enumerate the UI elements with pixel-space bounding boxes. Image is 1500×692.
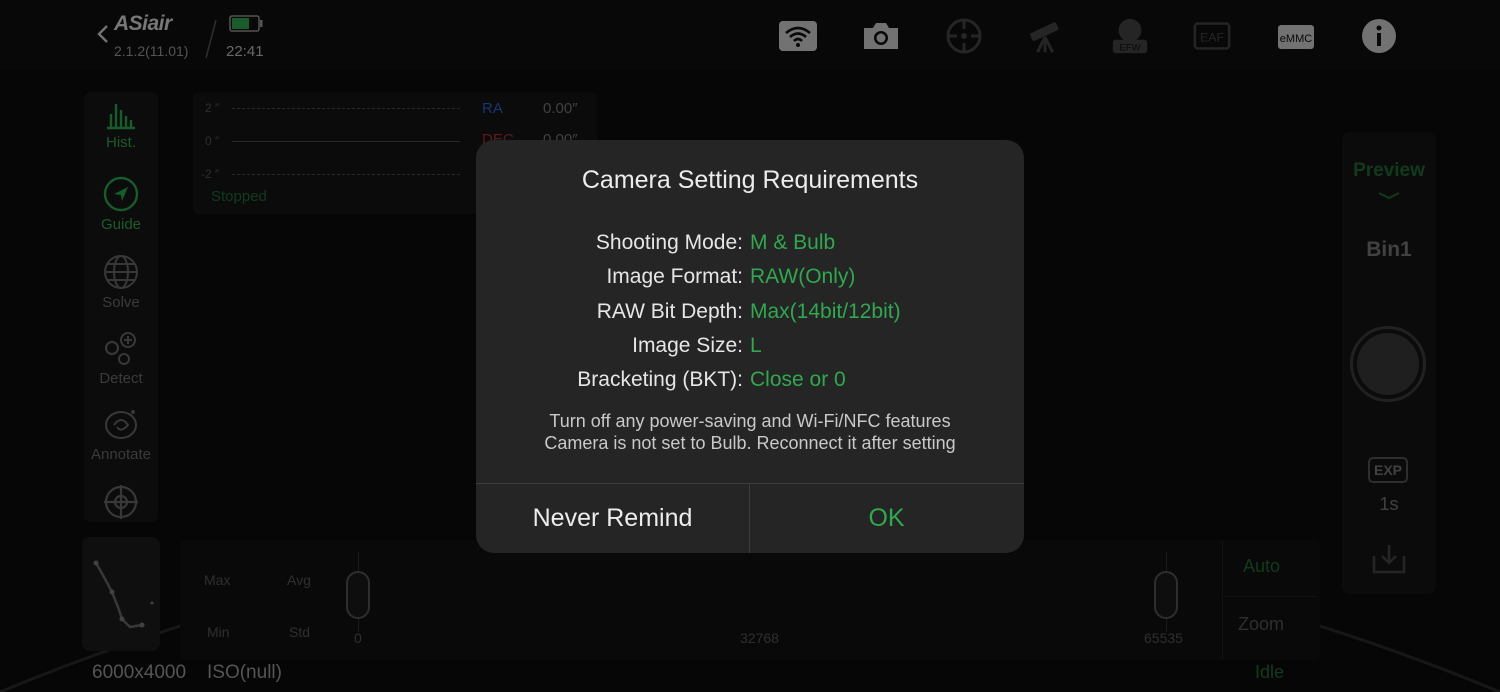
- dialog-title: Camera Setting Requirements: [581, 166, 919, 194]
- requirement-value: Close or 0: [750, 368, 846, 391]
- requirement-label: Bracketing (BKT):: [577, 368, 743, 391]
- requirement-label: Image Format:: [606, 265, 743, 288]
- dialog-note: Camera is not set to Bulb. Reconnect it …: [544, 433, 956, 453]
- never-remind-button[interactable]: Never Remind: [476, 484, 749, 553]
- requirement-value: RAW(Only): [750, 265, 856, 288]
- requirement-value: M & Bulb: [750, 231, 836, 254]
- dialog-note: Turn off any power-saving and Wi-Fi/NFC …: [549, 411, 951, 431]
- requirement-value: L: [750, 334, 762, 357]
- requirement-label: Shooting Mode:: [595, 231, 743, 254]
- requirement-value: Max(14bit/12bit): [750, 300, 901, 323]
- camera-requirements-dialog: Camera Setting Requirements Shooting Mod…: [476, 140, 1024, 553]
- requirement-label: Image Size:: [632, 334, 743, 357]
- ok-button[interactable]: OK: [750, 484, 1023, 553]
- requirement-label: RAW Bit Depth:: [596, 300, 743, 323]
